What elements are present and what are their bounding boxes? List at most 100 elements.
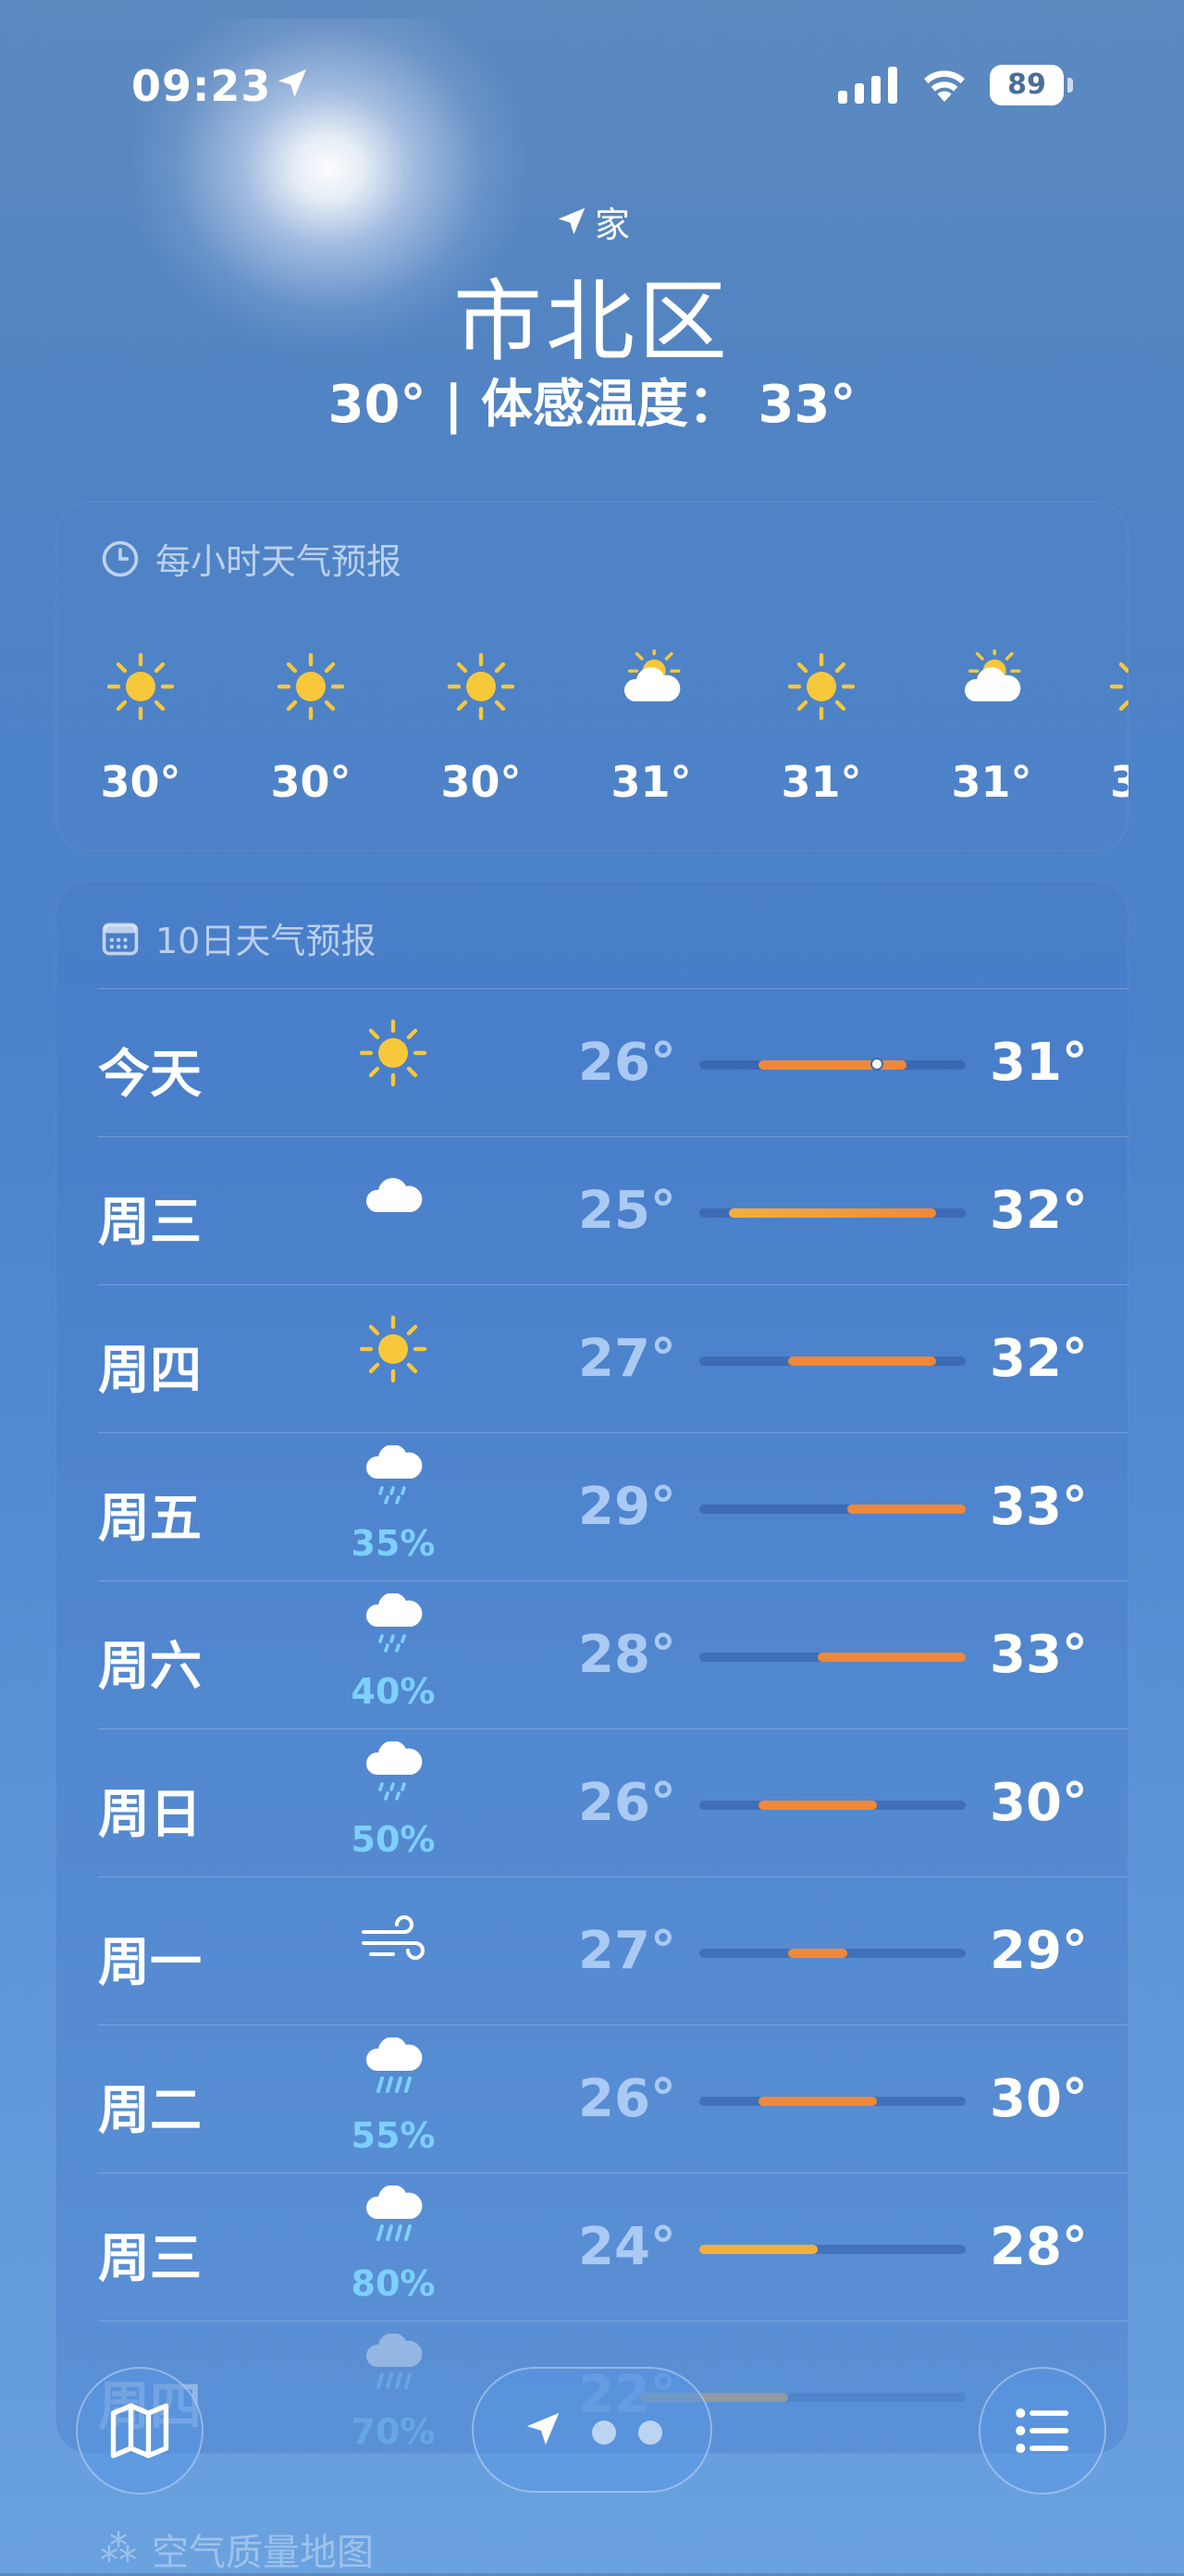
temperature-range-bar: [699, 2245, 966, 2254]
location-page-indicator[interactable]: [472, 2367, 712, 2493]
low-temp: 26°: [578, 1033, 676, 1093]
temperature-range-bar: [699, 1208, 966, 1218]
high-temp: 30°: [990, 1773, 1088, 1833]
daily-forecast-row[interactable]: 周六 40% 28° 33°: [56, 1580, 1128, 1728]
status-bar: 09:23 89: [0, 0, 1184, 167]
day-name: 今天: [98, 1045, 202, 1105]
hourly-temp: 31°: [951, 757, 1032, 807]
temperature-range-bar: [699, 1356, 966, 1366]
day-name: 周五: [98, 1489, 202, 1549]
home-label: 家: [594, 204, 630, 245]
city-name: 市北区: [453, 270, 731, 374]
temperature-range-bar: [699, 1653, 966, 1662]
daily-forecast-row[interactable]: 周一 27° 29°: [56, 1876, 1128, 2025]
sun-icon: [274, 650, 348, 724]
hourly-item: 31°: [596, 644, 707, 807]
day-name: 周六: [98, 1637, 202, 1697]
ten-day-forecast-card[interactable]: 10日天气预报 今天 26° 31° 周三 25° 32° 周四 27° 32° 周五 35% 29°…: [56, 881, 1128, 2454]
current-location-arrow-icon: [526, 2412, 560, 2446]
sun-icon: [444, 650, 518, 724]
high-temp: 29°: [990, 1921, 1088, 1981]
daily-forecast-row[interactable]: 周四 27° 32°: [56, 1284, 1128, 1432]
daily-forecast-row[interactable]: 周五 35% 29° 33°: [56, 1432, 1128, 1580]
battery-cap: [1067, 78, 1073, 93]
day-name: 周三: [98, 1193, 202, 1253]
air-quality-icon: ⁂: [100, 2528, 137, 2570]
hourly-item: 31°: [936, 644, 1047, 807]
precipitation-chance: 40%: [351, 1671, 436, 1712]
sun-icon: [104, 650, 178, 724]
high-temp: 32°: [990, 1181, 1088, 1241]
clock-icon: [102, 540, 139, 576]
sun-icon: [1106, 650, 1128, 724]
air-quality-map-title: 空气质量地图: [152, 2532, 374, 2574]
air-quality-map-label: ⁂ 空气质量地图: [100, 2522, 374, 2576]
location-list-button[interactable]: [979, 2367, 1106, 2495]
cloud-rain-icon: [352, 2185, 435, 2263]
wifi-icon: [924, 70, 965, 103]
daily-forecast-row[interactable]: 今天 26° 31°: [56, 988, 1128, 1136]
daily-forecast-row[interactable]: 周日 50% 26° 30°: [56, 1728, 1128, 1876]
temperature-range-fill: [699, 2245, 818, 2254]
current-temp-dot: [870, 1058, 883, 1071]
temperature-range-bar: [699, 1505, 966, 1514]
temperature-range-fill: [729, 1208, 936, 1218]
hourly-forecast-title: 每小时天气预报: [155, 541, 402, 582]
ten-day-forecast-title-row: 10日天气预报: [100, 912, 376, 963]
page-dot[interactable]: [638, 2421, 662, 2445]
map-icon: [110, 2403, 169, 2458]
partly-cloudy-icon: [614, 644, 688, 724]
map-button[interactable]: [76, 2367, 204, 2495]
list-icon: [1016, 2408, 1069, 2454]
hourly-forecast-card[interactable]: 每小时天气预报 30° 30° 30° 31° 31° 31° 3: [56, 502, 1128, 851]
ten-day-forecast-title: 10日天气预报: [155, 921, 376, 961]
low-temp: 27°: [578, 1329, 676, 1389]
daily-forecast-row[interactable]: 周三 80% 24° 28°: [56, 2173, 1128, 2321]
cloud-rain-icon: [352, 2333, 435, 2411]
hourly-item: 30°: [85, 650, 196, 807]
partly-cloudy-icon: [955, 644, 1029, 724]
high-temp: 32°: [990, 1329, 1088, 1389]
low-temp: 25°: [578, 1181, 676, 1241]
high-temp: 33°: [990, 1477, 1088, 1537]
precipitation-chance: 50%: [351, 1819, 436, 1860]
high-temp: 30°: [990, 2069, 1088, 2129]
temperature-range-bar: [640, 2393, 966, 2402]
cloud-drizzle-icon: [352, 1592, 435, 1671]
day-name: 周一: [98, 1933, 202, 1993]
low-temp: 27°: [578, 1921, 676, 1981]
calendar-icon: [102, 923, 139, 955]
clock-time: 09:23: [131, 61, 272, 111]
temperature-range-bar: [699, 1801, 966, 1810]
high-temp: 31°: [990, 1033, 1088, 1093]
hourly-temp: 30°: [270, 757, 352, 807]
temperature-range-fill: [758, 1060, 906, 1070]
cloud-rain-icon: [352, 2037, 435, 2115]
daily-forecast-row[interactable]: 周三 25° 32°: [56, 1136, 1128, 1284]
precipitation-chance: 70%: [351, 2411, 436, 2452]
current-temperature: 30° | 体感温度： 33°: [327, 375, 857, 435]
home-location-row: 家: [0, 198, 1184, 245]
temperature-range-fill: [758, 2097, 877, 2106]
daily-forecast-row[interactable]: 周二 55% 26° 30°: [56, 2025, 1128, 2173]
day-name: 周三: [98, 2229, 202, 2289]
temperature-range-bar: [699, 1949, 966, 1958]
wind-icon: [352, 1904, 435, 1982]
low-temp: 26°: [578, 1773, 676, 1833]
hourly-temp: 31°: [781, 757, 862, 807]
low-temp: 24°: [578, 2217, 676, 2277]
day-name: 周二: [98, 2081, 202, 2141]
temperature-range-bar: [699, 1058, 966, 1071]
precipitation-chance: 35%: [351, 1523, 436, 1564]
hourly-item: 31°: [766, 650, 877, 807]
cloud-drizzle-icon: [352, 1740, 435, 1819]
page-dot[interactable]: [592, 2421, 616, 2445]
precipitation-chance: 80%: [351, 2263, 436, 2304]
cloud-drizzle-icon: [352, 1444, 435, 1523]
hourly-item: 30°: [426, 650, 536, 807]
sun-icon: [352, 1312, 435, 1390]
temperature-range-fill: [818, 1653, 966, 1662]
hourly-temp: 30°: [100, 757, 181, 807]
low-temp: 28°: [578, 1625, 676, 1685]
hourly-item: 30°: [255, 650, 366, 807]
